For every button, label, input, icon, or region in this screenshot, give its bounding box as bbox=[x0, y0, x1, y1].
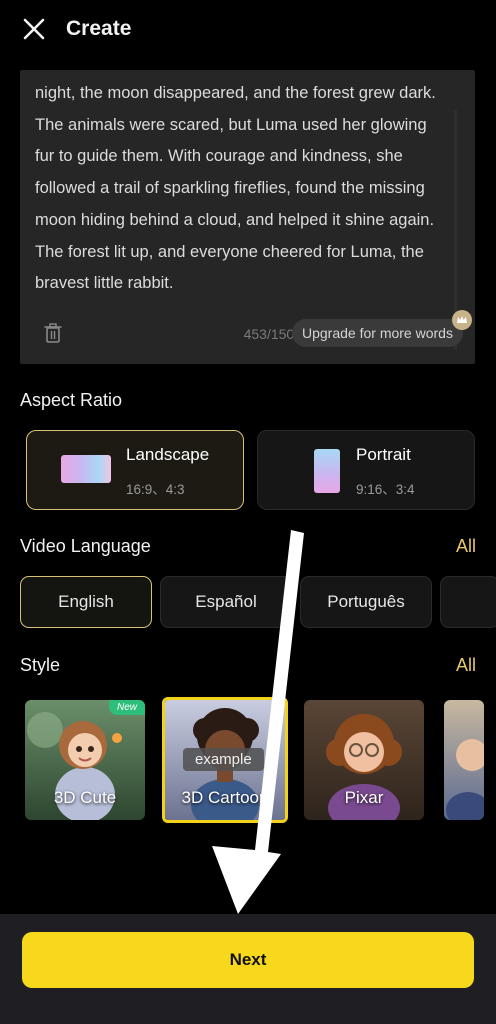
style-card-more[interactable] bbox=[444, 700, 484, 820]
trash-icon[interactable] bbox=[43, 322, 63, 344]
page-title: Create bbox=[66, 17, 132, 40]
story-line: The animals were scared, but Luma used h… bbox=[35, 115, 427, 134]
story-text[interactable]: night, the moon disappeared, and the for… bbox=[35, 78, 455, 300]
word-count: 453/1500 bbox=[243, 326, 302, 342]
create-screen: Create night, the moon disappeared, and … bbox=[0, 0, 496, 1024]
aspect-ratio-heading: Aspect Ratio bbox=[20, 390, 123, 410]
landscape-label: Landscape bbox=[126, 445, 210, 464]
language-chip-english[interactable]: English bbox=[20, 576, 152, 628]
style-card-3d-cute[interactable]: New 3D Cute bbox=[25, 700, 145, 820]
language-chip-portugues[interactable]: Português bbox=[300, 576, 432, 628]
example-tag: example bbox=[183, 748, 264, 771]
aspect-ratio-landscape[interactable]: Landscape 16:9、4:3 bbox=[26, 430, 244, 510]
story-line: moon hiding behind a cloud, and helped i… bbox=[35, 210, 435, 229]
style-card-pixar[interactable]: Pixar bbox=[304, 700, 424, 820]
style-label: 3D Cute bbox=[53, 788, 117, 807]
style-heading: Style bbox=[20, 655, 61, 675]
video-language-heading: Video Language bbox=[20, 536, 151, 556]
story-line: fur to guide them. With courage and kind… bbox=[35, 147, 403, 166]
aspect-ratio-portrait[interactable]: Portrait 9:16、3:4 bbox=[257, 430, 475, 510]
landscape-ratios: 16:9、4:3 bbox=[126, 482, 185, 497]
video-language-all-link[interactable]: All bbox=[456, 536, 476, 557]
portrait-ratios: 9:16、3:4 bbox=[356, 482, 415, 497]
story-line: night, the moon disappeared, and the for… bbox=[35, 84, 436, 102]
portrait-thumbnail bbox=[314, 449, 340, 493]
header-bar: Create bbox=[0, 0, 496, 62]
close-icon[interactable] bbox=[18, 13, 50, 45]
portrait-label: Portrait bbox=[356, 445, 411, 464]
crown-icon bbox=[452, 310, 472, 330]
style-label: Pixar bbox=[344, 788, 384, 807]
next-button[interactable]: Next bbox=[22, 932, 474, 988]
upgrade-words-button[interactable]: Upgrade for more words bbox=[292, 319, 463, 347]
more-style-thumbnail bbox=[444, 700, 484, 820]
new-badge: New bbox=[108, 700, 145, 715]
language-chip-more[interactable] bbox=[440, 576, 496, 628]
style-card-3d-cartoon[interactable]: example 3D Cartoon bbox=[162, 697, 288, 823]
story-line: The forest lit up, and everyone cheered … bbox=[35, 242, 424, 261]
story-line: bravest little rabbit. bbox=[35, 274, 174, 293]
story-text-area[interactable]: night, the moon disappeared, and the for… bbox=[20, 70, 475, 364]
language-chip-espanol[interactable]: Español bbox=[160, 576, 292, 628]
style-all-link[interactable]: All bbox=[456, 655, 476, 676]
story-line: followed a trail of sparkling fireflies,… bbox=[35, 179, 425, 198]
style-label: 3D Cartoon bbox=[181, 788, 269, 807]
landscape-thumbnail bbox=[61, 455, 111, 483]
